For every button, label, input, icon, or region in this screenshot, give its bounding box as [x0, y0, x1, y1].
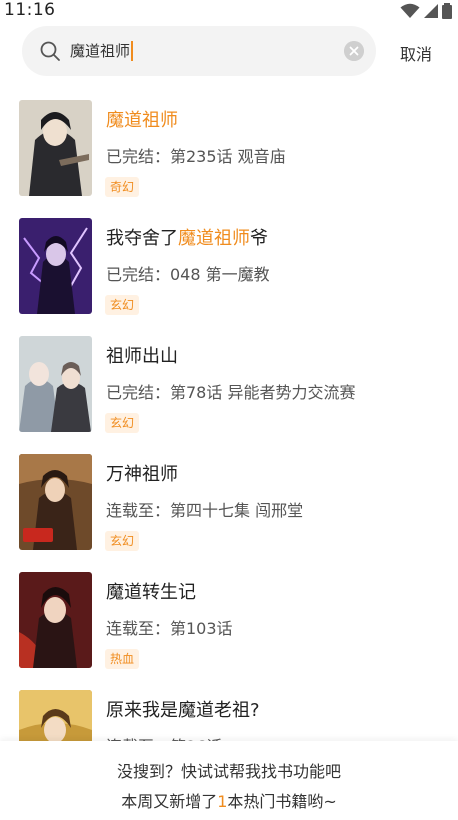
cover-image	[19, 454, 92, 550]
cover-image	[19, 100, 92, 196]
search-bar: 魔道祖师 取消	[0, 22, 458, 80]
item-title: 原来我是魔道老祖?	[106, 696, 260, 722]
result-list: 魔道祖师 已完结：第235话 观音庙 奇幻 我夺舍了魔道祖师爷 已完结：048 …	[0, 90, 458, 798]
genre-tag: 玄幻	[105, 413, 140, 433]
cover-image	[19, 218, 92, 314]
genre-tag: 奇幻	[105, 177, 140, 197]
title-text: 我夺舍了	[106, 228, 178, 249]
result-item[interactable]: 魔道转生记 连载至：第103话 热血	[0, 562, 458, 680]
title-highlight: 魔道祖师	[178, 228, 250, 249]
search-input[interactable]: 魔道祖师	[70, 41, 134, 61]
signal-icon	[424, 4, 438, 18]
genre-tag: 玄幻	[105, 531, 140, 551]
banner-new-books: 本周又新增了1本热门书籍哟~	[0, 788, 458, 812]
text-caret	[131, 41, 134, 61]
banner-text: 本周又新增了	[121, 792, 218, 811]
item-status: 已完结：048 第一魔教	[106, 265, 270, 284]
item-title: 祖师出山	[106, 342, 178, 368]
banner-text-suffix: 本热门书籍哟~	[227, 792, 337, 811]
cover-image	[19, 572, 92, 668]
title-highlight: 魔道祖师	[106, 110, 178, 131]
item-title: 万神祖师	[106, 460, 178, 486]
genre-tag: 热血	[105, 649, 140, 669]
search-icon	[40, 41, 60, 61]
item-status: 已完结：第78话 异能者势力交流赛	[106, 383, 356, 402]
result-item[interactable]: 祖师出山 已完结：第78话 异能者势力交流赛 玄幻	[0, 326, 458, 444]
result-item[interactable]: 魔道祖师 已完结：第235话 观音庙 奇幻	[0, 90, 458, 208]
status-bar: 11:16	[0, 0, 458, 22]
find-book-banner[interactable]: 没搜到？快试试帮我找书功能吧 本周又新增了1本热门书籍哟~	[0, 741, 458, 820]
item-title: 我夺舍了魔道祖师爷	[106, 224, 268, 250]
cover-image	[19, 336, 92, 432]
cancel-button[interactable]: 取消	[400, 41, 432, 65]
title-text: 魔道转生记	[106, 582, 196, 603]
search-query: 魔道祖师	[70, 42, 131, 60]
title-text-suffix: 爷	[250, 228, 268, 249]
banner-prompt: 没搜到？快试试帮我找书功能吧	[116, 762, 341, 781]
title-text: 万神祖师	[106, 464, 178, 485]
title-text: 祖师出山	[106, 346, 178, 367]
item-status: 连载至：第四十七集 闯邢堂	[106, 501, 304, 520]
item-title: 魔道祖师	[106, 106, 178, 132]
item-status: 连载至：第103话	[106, 619, 233, 638]
status-time: 11:16	[4, 0, 56, 20]
title-text: 原来我是魔道老祖?	[106, 700, 260, 721]
result-item[interactable]: 我夺舍了魔道祖师爷 已完结：048 第一魔教 玄幻	[0, 208, 458, 326]
status-icons	[400, 3, 452, 19]
item-status: 已完结：第235话 观音庙	[106, 147, 286, 166]
item-title: 魔道转生记	[106, 578, 196, 604]
battery-icon	[442, 3, 452, 19]
wifi-icon	[400, 3, 420, 18]
new-book-count: 1	[217, 792, 228, 811]
genre-tag: 玄幻	[105, 295, 140, 315]
result-item[interactable]: 万神祖师 连载至：第四十七集 闯邢堂 玄幻	[0, 444, 458, 562]
search-box[interactable]: 魔道祖师	[22, 26, 376, 76]
clear-icon[interactable]	[344, 41, 364, 61]
